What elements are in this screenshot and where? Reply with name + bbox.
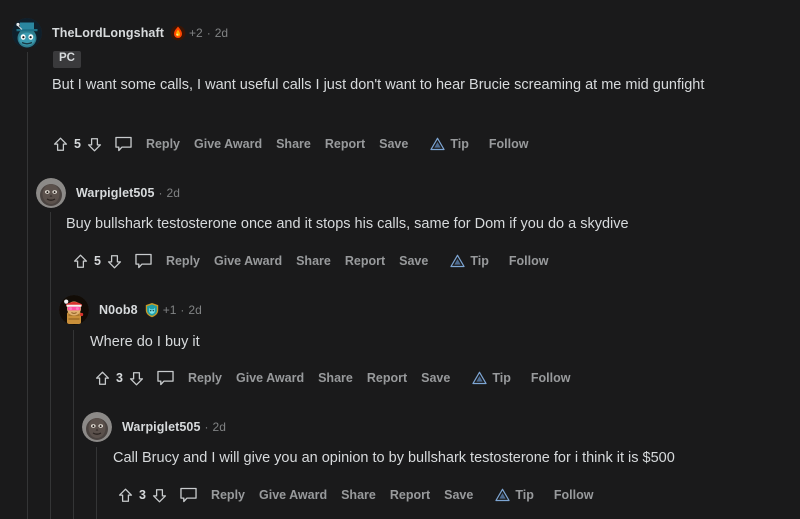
- comment-username[interactable]: Warpiglet505: [122, 420, 201, 434]
- comment-age: 2d: [188, 303, 201, 317]
- tip-label: Tip: [515, 488, 534, 502]
- tip-button[interactable]: Tip: [450, 254, 489, 268]
- reply-button[interactable]: Reply: [166, 254, 200, 268]
- tip-icon: [450, 254, 465, 268]
- comment-header: N0ob8 +1 · 2d: [59, 299, 202, 321]
- downvote-icon[interactable]: [151, 487, 168, 504]
- comment-header: Warpiglet505 · 2d: [82, 416, 226, 438]
- ember-award-icon[interactable]: [170, 25, 186, 41]
- comment-body: But I want some calls, I want useful cal…: [52, 74, 742, 97]
- comment-bubble-icon[interactable]: [115, 136, 132, 152]
- downvote-icon[interactable]: [86, 136, 103, 153]
- follow-button[interactable]: Follow: [509, 254, 549, 268]
- comment-score: 5: [74, 137, 81, 151]
- comment-actions: 3 Reply Give Award Share Report Save: [94, 366, 570, 390]
- avatar[interactable]: [12, 18, 42, 48]
- threadline-depth-2[interactable]: [50, 212, 51, 519]
- save-button[interactable]: Save: [379, 137, 408, 151]
- report-button[interactable]: Report: [345, 254, 385, 268]
- separator: ·: [159, 186, 163, 200]
- tip-button[interactable]: Tip: [472, 371, 511, 385]
- tip-label: Tip: [492, 371, 511, 385]
- share-button[interactable]: Share: [341, 488, 376, 502]
- downvote-icon[interactable]: [128, 370, 145, 387]
- comment-score: 3: [139, 488, 146, 502]
- comment-age: 2d: [215, 26, 228, 40]
- comment-username[interactable]: TheLordLongshaft: [52, 26, 164, 40]
- comment-score: 5: [94, 254, 101, 268]
- user-flair: PC: [53, 51, 81, 68]
- share-button[interactable]: Share: [318, 371, 353, 385]
- tip-label: Tip: [450, 137, 469, 151]
- reply-button[interactable]: Reply: [211, 488, 245, 502]
- comment-body: Call Brucy and I will give you an opinio…: [113, 447, 753, 470]
- threadline-depth-1[interactable]: [27, 52, 28, 519]
- give-award-button[interactable]: Give Award: [214, 254, 282, 268]
- comment-age: 2d: [213, 420, 226, 434]
- give-award-button[interactable]: Give Award: [194, 137, 262, 151]
- save-button[interactable]: Save: [444, 488, 473, 502]
- avatar[interactable]: [59, 295, 89, 325]
- comment-header: TheLordLongshaft +2 · 2d: [12, 22, 228, 44]
- tip-icon: [472, 371, 487, 385]
- award-count: +1: [163, 303, 177, 317]
- follow-button[interactable]: Follow: [489, 137, 529, 151]
- comment-bubble-icon[interactable]: [180, 487, 197, 503]
- report-button[interactable]: Report: [390, 488, 430, 502]
- tip-button[interactable]: Tip: [495, 488, 534, 502]
- share-button[interactable]: Share: [276, 137, 311, 151]
- comment-actions: 5 Reply Give Award Share Report Save: [72, 249, 548, 273]
- threadline-depth-3[interactable]: [73, 330, 74, 519]
- comment-score: 3: [116, 371, 123, 385]
- separator: ·: [207, 26, 211, 40]
- avatar[interactable]: [82, 412, 112, 442]
- comment-username[interactable]: Warpiglet505: [76, 186, 155, 200]
- reply-button[interactable]: Reply: [188, 371, 222, 385]
- report-button[interactable]: Report: [325, 137, 365, 151]
- reply-button[interactable]: Reply: [146, 137, 180, 151]
- upvote-icon[interactable]: [52, 136, 69, 153]
- downvote-icon[interactable]: [106, 253, 123, 270]
- follow-button[interactable]: Follow: [531, 371, 571, 385]
- upvote-icon[interactable]: [94, 370, 111, 387]
- follow-button[interactable]: Follow: [554, 488, 594, 502]
- tip-label: Tip: [470, 254, 489, 268]
- award-count: +2: [189, 26, 203, 40]
- give-award-button[interactable]: Give Award: [259, 488, 327, 502]
- shield-cat-award-icon[interactable]: [144, 302, 160, 318]
- tip-button[interactable]: Tip: [430, 137, 469, 151]
- comment-age: 2d: [167, 186, 180, 200]
- comment-actions: 5 Reply Give Award Share Report Save: [52, 132, 528, 156]
- comment-header: Warpiglet505 · 2d: [36, 182, 180, 204]
- save-button[interactable]: Save: [421, 371, 450, 385]
- avatar[interactable]: [36, 178, 66, 208]
- comment-username[interactable]: N0ob8: [99, 303, 138, 317]
- comment-bubble-icon[interactable]: [135, 253, 152, 269]
- save-button[interactable]: Save: [399, 254, 428, 268]
- upvote-icon[interactable]: [117, 487, 134, 504]
- comment-body: Where do I buy it: [90, 331, 740, 354]
- threadline-depth-4[interactable]: [96, 447, 97, 519]
- share-button[interactable]: Share: [296, 254, 331, 268]
- give-award-button[interactable]: Give Award: [236, 371, 304, 385]
- upvote-icon[interactable]: [72, 253, 89, 270]
- comment-actions: 3 Reply Give Award Share Report Save: [117, 483, 593, 507]
- tip-icon: [430, 137, 445, 151]
- comment-thread: TheLordLongshaft +2 · 2d PC But I want s…: [0, 0, 800, 519]
- comment-body: Buy bullshark testosterone once and it s…: [66, 213, 736, 236]
- tip-icon: [495, 488, 510, 502]
- comment-bubble-icon[interactable]: [157, 370, 174, 386]
- report-button[interactable]: Report: [367, 371, 407, 385]
- separator: ·: [205, 420, 209, 434]
- separator: ·: [180, 303, 184, 317]
